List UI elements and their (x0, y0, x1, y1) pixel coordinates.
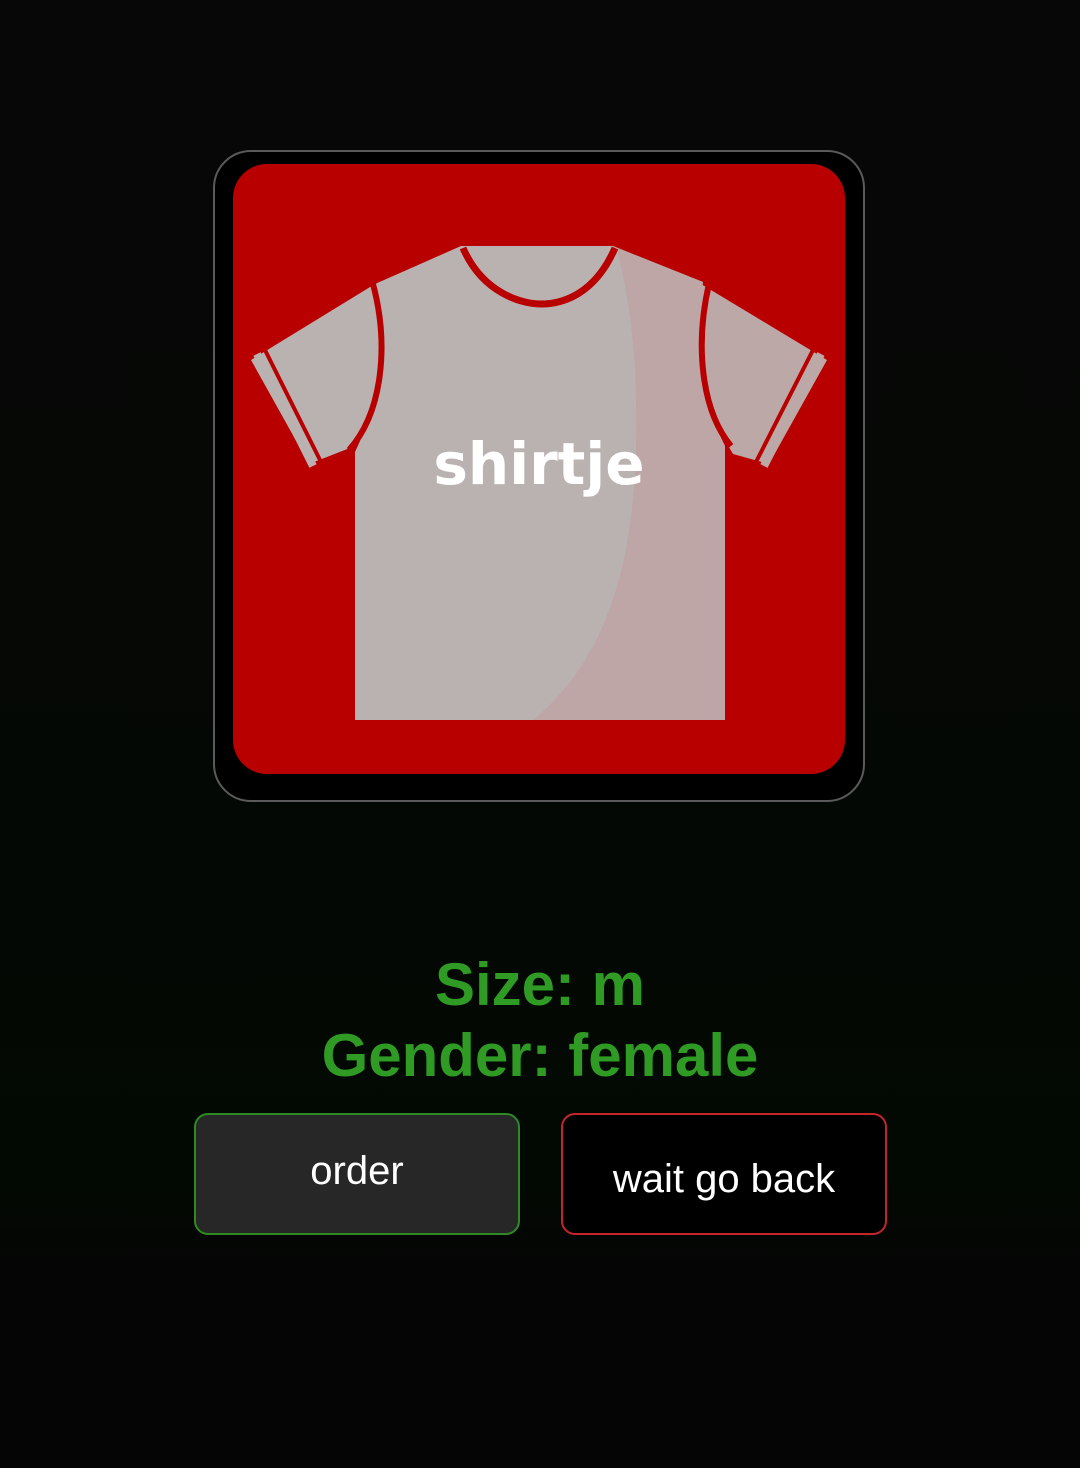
order-button-label: order (310, 1148, 404, 1193)
go-back-button-label: wait go back (612, 1156, 836, 1201)
go-back-button[interactable]: wait go back (561, 1113, 887, 1235)
gender-text: Gender: female (321, 1022, 759, 1089)
product-name: shirtje (433, 430, 645, 498)
order-button[interactable]: order (194, 1113, 520, 1235)
size-text: Size: m (434, 951, 646, 1018)
product-card: shirtje (233, 164, 845, 774)
